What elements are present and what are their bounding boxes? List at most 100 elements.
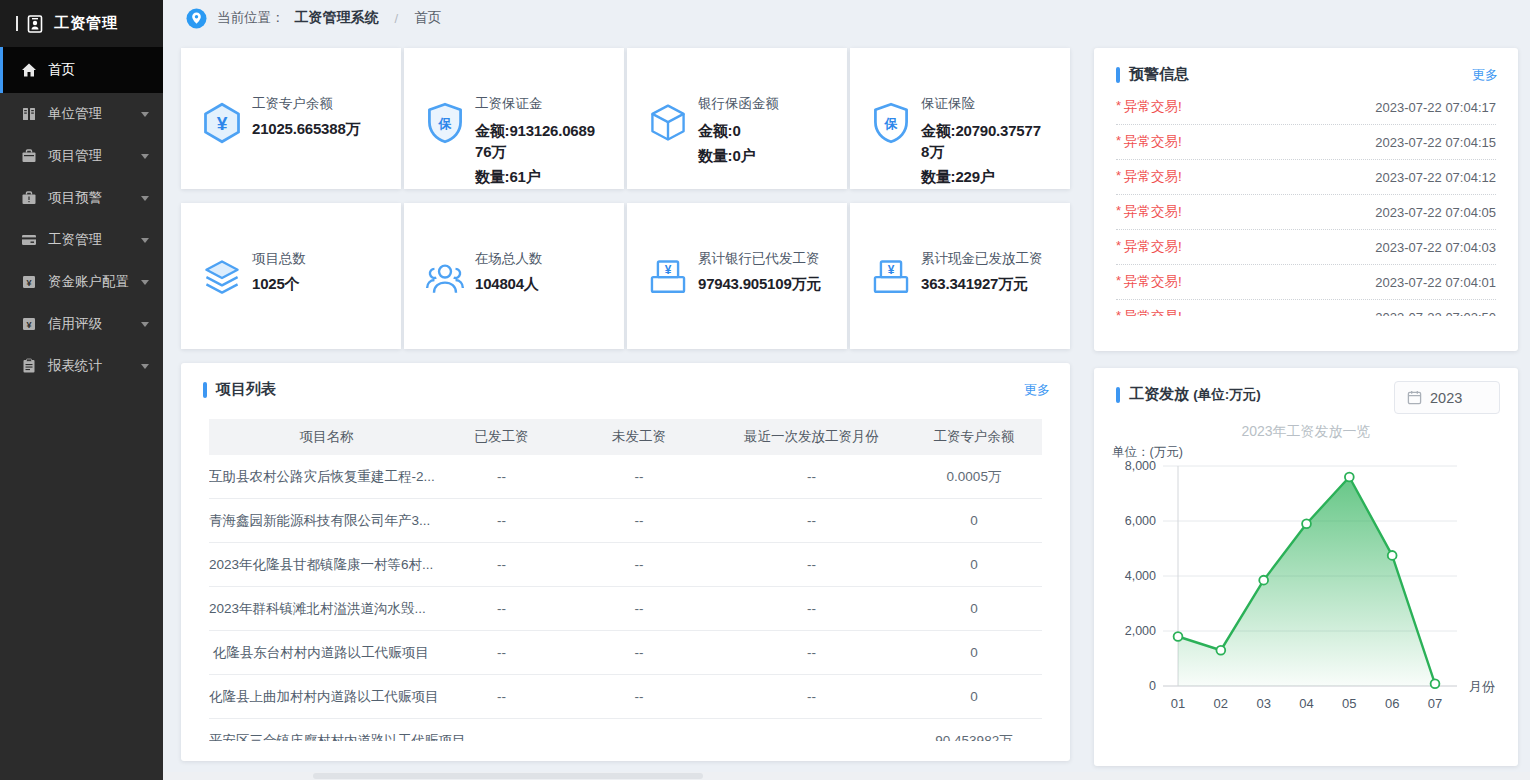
sidebar-item-project-warning[interactable]: 项目预警 — [0, 177, 163, 219]
table-row[interactable]: 互助县农村公路灾后恢复重建工程-2... -- -- -- 0.0005万 — [209, 455, 1042, 499]
yen-box-icon: ¥ — [20, 274, 37, 291]
table-row[interactable]: 化隆县上曲加村村内道路以工代赈项目 -- -- -- 0 — [209, 675, 1042, 719]
breadcrumb: 当前位置： 工资管理系统 / 首页 — [163, 0, 1530, 36]
stat-label: 工资保证金 — [475, 95, 599, 113]
app-logo: 工资管理 — [0, 0, 163, 47]
breadcrumb-separator: / — [395, 11, 399, 26]
id-card-icon — [26, 14, 46, 34]
warning-more-link[interactable]: 更多 — [1472, 66, 1498, 84]
stat-label: 在场总人数 — [475, 250, 599, 268]
stat-amount: 金额:20790.375778万 — [921, 120, 1045, 162]
stat-count: 数量:229户 — [921, 168, 1045, 187]
table-row[interactable]: 2023年群科镇滩北村溢洪道沟水毁... -- -- -- 0 — [209, 587, 1042, 631]
cube-icon — [646, 101, 690, 145]
warning-item[interactable]: *异常交易!2023-07-22 07:03:50 — [1116, 300, 1496, 316]
svg-text:05: 05 — [1342, 696, 1356, 711]
svg-text:单位：(万元): 单位：(万元) — [1112, 445, 1183, 459]
svg-text:07: 07 — [1428, 696, 1442, 711]
sidebar-item-label: 工资管理 — [48, 231, 102, 249]
shield-bao-icon: 保 — [423, 101, 467, 145]
warning-label: 异常交易! — [1124, 273, 1182, 291]
layers-icon — [200, 256, 244, 300]
main-area: 当前位置： 工资管理系统 / 首页 ¥ 工资专户余额 21025.665388万 — [163, 0, 1530, 780]
stat-card-people-onsite: 在场总人数 104804人 — [404, 203, 624, 349]
title-accent-bar — [203, 382, 207, 398]
stats-row-1: ¥ 工资专户余额 21025.665388万 保 工资保证金 金额:913126… — [181, 48, 1070, 189]
sidebar-item-project-mgmt[interactable]: 项目管理 — [0, 135, 163, 177]
horizontal-scrollbar[interactable] — [163, 772, 1530, 780]
stat-label: 保证保险 — [921, 95, 1045, 113]
svg-text:2023年工资发放一览: 2023年工资发放一览 — [1241, 423, 1370, 439]
stat-amount: 金额:0 — [698, 120, 822, 141]
warning-marker: * — [1116, 133, 1121, 148]
stat-count: 数量:0户 — [698, 147, 822, 166]
warning-marker: * — [1116, 168, 1121, 183]
warning-time: 2023-07-22 07:04:05 — [1375, 205, 1496, 220]
stat-card-bank-guarantee: 银行保函金额 金额:0 数量:0户 — [627, 48, 847, 189]
warning-time: 2023-07-22 07:04:15 — [1375, 135, 1496, 150]
svg-text:01: 01 — [1171, 696, 1185, 711]
svg-text:2,000: 2,000 — [1125, 624, 1156, 638]
table-row[interactable]: 2023年化隆县甘都镇隆康一村等6村... -- -- -- 0 — [209, 543, 1042, 587]
briefcase-icon — [20, 148, 37, 165]
wage-chart-panel: 工资发放 (单位:万元) 2023 2023年工资发放一览单位：(万元)02,0… — [1094, 368, 1518, 766]
sidebar-item-unit-mgmt[interactable]: 单位管理 — [0, 93, 163, 135]
sidebar-item-label: 项目管理 — [48, 147, 102, 165]
warning-time: 2023-07-22 07:04:03 — [1375, 240, 1496, 255]
warning-item[interactable]: *异常交易!2023-07-22 07:04:17 — [1116, 90, 1496, 125]
sidebar-item-label: 信用评级 — [48, 315, 102, 333]
svg-text:04: 04 — [1299, 696, 1313, 711]
stats-row-2: 项目总数 1025个 在场总人数 104804人 ¥ — [181, 203, 1070, 349]
sidebar-item-home[interactable]: 首页 — [0, 47, 163, 93]
table-row[interactable]: 平安区三合镇庄廓村村内道路以工代赈项目 -- -- -- 90.453982万 — [209, 719, 1042, 741]
stat-value: 363.341927万元 — [921, 275, 1045, 294]
warning-item[interactable]: *异常交易!2023-07-22 07:04:12 — [1116, 160, 1496, 195]
stat-value: 97943.905109万元 — [698, 275, 822, 294]
sidebar-item-label: 资金账户配置 — [48, 273, 129, 291]
breadcrumb-current[interactable]: 首页 — [414, 9, 441, 27]
warning-time: 2023-07-22 07:04:01 — [1375, 275, 1496, 290]
warning-time: 2023-07-22 07:04:12 — [1375, 170, 1496, 185]
chevron-down-icon — [141, 322, 149, 327]
location-pin-icon — [186, 8, 207, 29]
warning-label: 异常交易! — [1124, 98, 1182, 116]
calendar-icon — [1407, 390, 1422, 405]
year-select-value: 2023 — [1430, 390, 1462, 406]
svg-text:¥: ¥ — [26, 278, 31, 288]
sidebar-item-fund-account[interactable]: ¥ 资金账户配置 — [0, 261, 163, 303]
sidebar-item-report-stats[interactable]: 报表统计 — [0, 345, 163, 387]
cash-yen-icon: ¥ — [646, 256, 690, 300]
warning-list: *异常交易!2023-07-22 07:04:17 *异常交易!2023-07-… — [1116, 90, 1496, 316]
app-title: 工资管理 — [54, 14, 118, 33]
stat-value: 1025个 — [252, 275, 376, 294]
people-icon — [423, 256, 467, 300]
svg-text:4,000: 4,000 — [1125, 569, 1156, 583]
sidebar-item-label: 首页 — [48, 61, 75, 79]
warning-item[interactable]: *异常交易!2023-07-22 07:04:01 — [1116, 265, 1496, 300]
warning-item[interactable]: *异常交易!2023-07-22 07:04:05 — [1116, 195, 1496, 230]
scrollbar-thumb[interactable] — [313, 773, 703, 779]
chevron-down-icon — [141, 280, 149, 285]
sidebar-item-label: 报表统计 — [48, 357, 102, 375]
svg-text:03: 03 — [1256, 696, 1270, 711]
breadcrumb-root[interactable]: 工资管理系统 — [295, 9, 379, 27]
warning-label: 异常交易! — [1124, 133, 1182, 151]
warning-item[interactable]: *异常交易!2023-07-22 07:04:03 — [1116, 230, 1496, 265]
table-row[interactable]: 青海鑫园新能源科技有限公司年产3... -- -- -- 0 — [209, 499, 1042, 543]
table-row[interactable]: 化隆县东台村村内道路以工代赈项目 -- -- -- 0 — [209, 631, 1042, 675]
sidebar-item-salary-mgmt[interactable]: 工资管理 — [0, 219, 163, 261]
col-unpaid-salary: 未发工资 — [559, 428, 719, 446]
warning-label: 异常交易! — [1124, 203, 1182, 221]
warning-panel-title: 预警信息 — [1129, 65, 1189, 84]
col-account-balance: 工资专户余额 — [904, 428, 1042, 446]
stat-value: 21025.665388万 — [252, 120, 376, 139]
sidebar-item-credit-rating[interactable]: ¥ 信用评级 — [0, 303, 163, 345]
warning-marker: * — [1116, 238, 1121, 253]
warning-marker: * — [1116, 98, 1121, 113]
warning-item[interactable]: *异常交易! 2023-07-22 07:04:15 — [1116, 125, 1496, 160]
svg-text:¥: ¥ — [888, 263, 895, 277]
year-select[interactable]: 2023 — [1394, 381, 1500, 414]
title-accent-bar — [1116, 67, 1120, 83]
stat-amount: 金额:913126.068976万 — [475, 120, 599, 162]
project-list-more-link[interactable]: 更多 — [1024, 381, 1050, 399]
